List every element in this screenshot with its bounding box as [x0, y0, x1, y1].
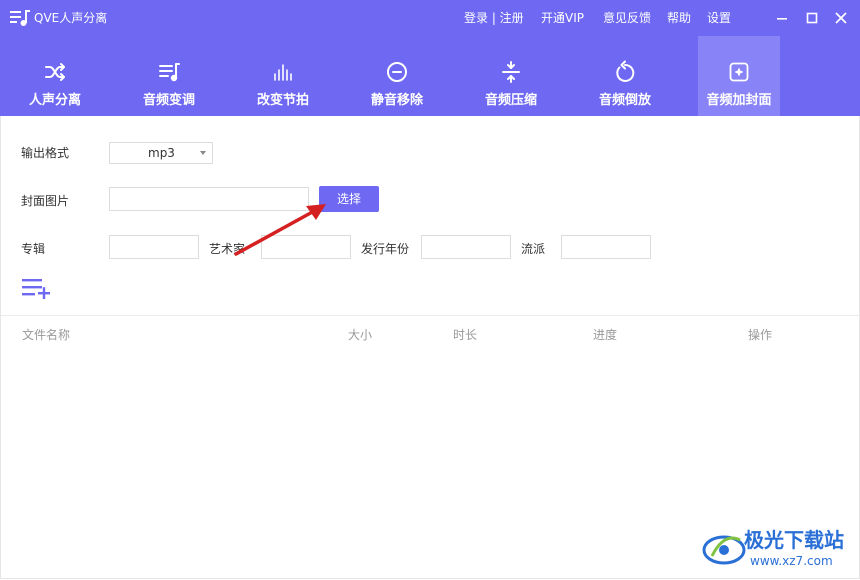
output-format-select[interactable]: mp3: [109, 142, 213, 164]
genre-field[interactable]: [561, 235, 651, 259]
cover-image-label: 封面图片: [21, 194, 70, 208]
tool-change-tempo[interactable]: 改变节拍: [242, 36, 324, 116]
year-field[interactable]: [421, 235, 511, 259]
music-list-icon: [159, 63, 180, 82]
tool-silence-removal[interactable]: 静音移除: [356, 36, 438, 116]
watermark-url: www.xz7.com: [750, 554, 833, 568]
column-header-progress: 进度: [593, 328, 618, 342]
title-bar: QVE人声分离 登录 | 注册 开通VIP 意见反馈 帮助 设置: [0, 0, 860, 36]
vip-link[interactable]: 开通VIP: [541, 10, 584, 26]
feedback-link[interactable]: 意见反馈: [603, 10, 651, 26]
app-logo-icon: [10, 10, 30, 26]
compress-icon: [502, 61, 520, 83]
tool-audio-compress[interactable]: 音频压缩: [470, 36, 552, 116]
settings-link[interactable]: 设置: [707, 10, 731, 26]
app-title: QVE人声分离: [34, 11, 108, 25]
add-list-icon[interactable]: [22, 277, 52, 299]
column-header-filename: 文件名称: [22, 328, 71, 342]
help-link[interactable]: 帮助: [667, 10, 691, 26]
tool-vocal-separation[interactable]: 人声分离: [14, 36, 96, 116]
equalizer-icon: [274, 64, 292, 81]
login-register-link[interactable]: 登录 | 注册: [464, 10, 524, 26]
shuffle-icon: [45, 63, 65, 81]
tool-label: 静音移除: [370, 93, 423, 108]
column-header-actions: 操作: [748, 328, 773, 342]
tool-label: 音频加封面: [706, 93, 772, 108]
output-format-label: 输出格式: [21, 146, 70, 160]
tool-audio-reverse[interactable]: 音频倒放: [584, 36, 666, 116]
watermark-name: 极光下载站: [744, 528, 844, 552]
image-sparkle-icon: [729, 62, 749, 82]
output-format-value: mp3: [148, 146, 175, 160]
main-panel: [0, 116, 860, 579]
chevron-down-icon: [200, 151, 206, 155]
album-label: 专辑: [21, 242, 46, 256]
album-field[interactable]: [109, 235, 199, 259]
tool-label: 改变节拍: [256, 93, 309, 108]
column-header-duration: 时长: [453, 328, 478, 342]
tool-label: 音频压缩: [484, 93, 537, 108]
close-icon[interactable]: [831, 8, 851, 28]
tool-label: 音频倒放: [598, 93, 651, 108]
tool-pitch-shift[interactable]: 音频变调: [128, 36, 210, 116]
genre-label: 流派: [521, 242, 546, 256]
annotation-arrow-icon: [234, 204, 326, 256]
maximize-icon[interactable]: [802, 8, 822, 28]
rotate-icon: [616, 60, 635, 82]
minus-circle-icon: [387, 62, 407, 82]
table-divider: [1, 315, 859, 316]
tool-add-cover[interactable]: 音频加封面: [698, 36, 780, 116]
tool-label: 音频变调: [142, 93, 195, 108]
tool-label: 人声分离: [28, 93, 81, 108]
column-header-size: 大小: [348, 328, 373, 342]
year-label: 发行年份: [361, 242, 410, 256]
function-toolbar: 人声分离 音频变调 改变节拍 静音移除 音频压缩 音频倒放 音频加封面: [0, 36, 860, 116]
minimize-icon[interactable]: [772, 8, 792, 28]
